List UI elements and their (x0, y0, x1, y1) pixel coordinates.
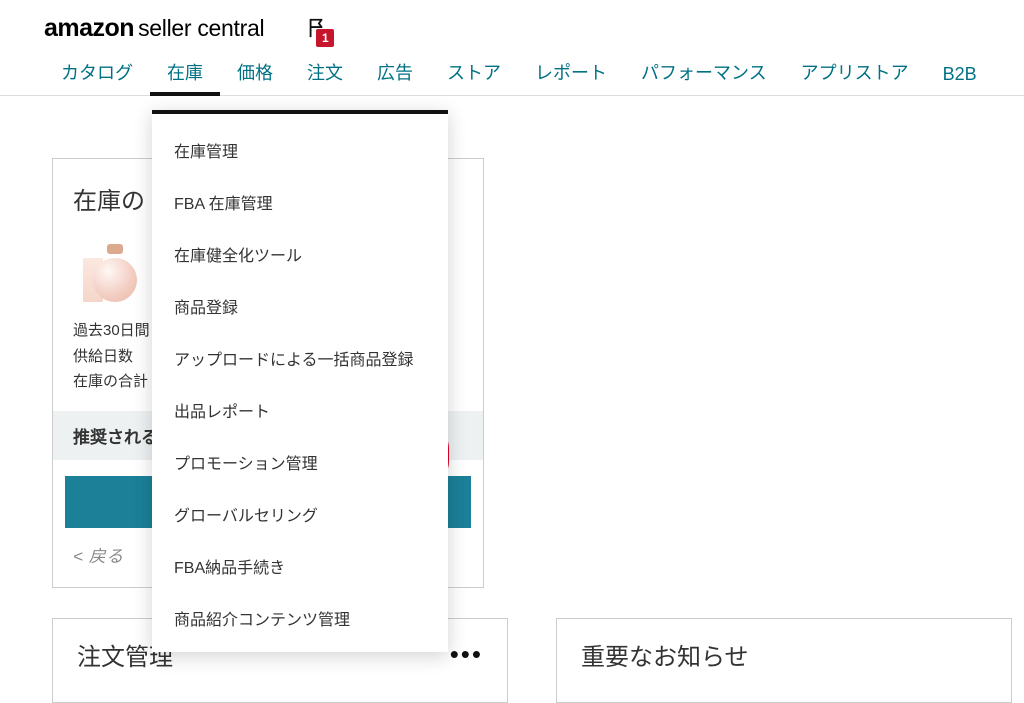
nav-performance[interactable]: パフォーマンス (624, 59, 784, 95)
dd-item-add-product[interactable]: 商品登録 (152, 280, 448, 332)
back-link[interactable]: < 戻る (73, 542, 124, 567)
dd-item-fba-inventory[interactable]: FBA 在庫管理 (152, 176, 448, 228)
dd-item-aplus-content[interactable]: 商品紹介コンテンツ管理 (152, 592, 448, 644)
main-nav: カタログ 在庫 価格 注文 広告 ストア レポート パフォーマンス アプリストア… (0, 56, 1024, 96)
dropdown-layer: 在庫の 過去30日間 供給日数 在庫の合計 推奨される < 戻る 注文管理 ••… (0, 110, 1024, 703)
dd-item-inventory-health[interactable]: 在庫健全化ツール (152, 228, 448, 280)
nav-reports[interactable]: レポート (518, 59, 624, 95)
notification-badge: 1 (316, 29, 334, 47)
brand-seller-central: seller central (138, 15, 264, 42)
inventory-dropdown: 在庫管理 FBA 在庫管理 在庫健全化ツール 商品登録 アップロードによる一括商… (152, 110, 448, 652)
announcements-widget: 重要なお知らせ (556, 618, 1012, 703)
dd-item-promotions[interactable]: プロモーション管理 (152, 436, 448, 488)
notifications-flag[interactable]: 1 (306, 17, 324, 40)
nav-stores[interactable]: ストア (430, 59, 518, 95)
dd-item-global-selling[interactable]: グローバルセリング (152, 488, 448, 540)
nav-pricing[interactable]: 価格 (220, 59, 290, 95)
dd-item-listing-report[interactable]: 出品レポート (152, 384, 448, 436)
nav-orders[interactable]: 注文 (290, 59, 360, 95)
dd-item-fba-shipment[interactable]: FBA納品手続き (152, 540, 448, 592)
nav-appstore[interactable]: アプリストア (784, 59, 926, 95)
brand-logo[interactable]: amazon seller central (44, 14, 264, 43)
dd-item-bulk-upload[interactable]: アップロードによる一括商品登録 (152, 332, 448, 384)
nav-ads[interactable]: 広告 (360, 59, 430, 95)
brand-amazon: amazon (44, 14, 134, 43)
dd-item-inventory-manage[interactable]: 在庫管理 (152, 124, 448, 176)
product-thumbnail (83, 238, 147, 302)
nav-b2b[interactable]: B2B (926, 64, 994, 95)
nav-inventory[interactable]: 在庫 (150, 59, 220, 95)
top-bar: amazon seller central 1 (0, 0, 1024, 56)
nav-catalog[interactable]: カタログ (44, 59, 150, 95)
announcements-title: 重要なお知らせ (581, 637, 749, 672)
